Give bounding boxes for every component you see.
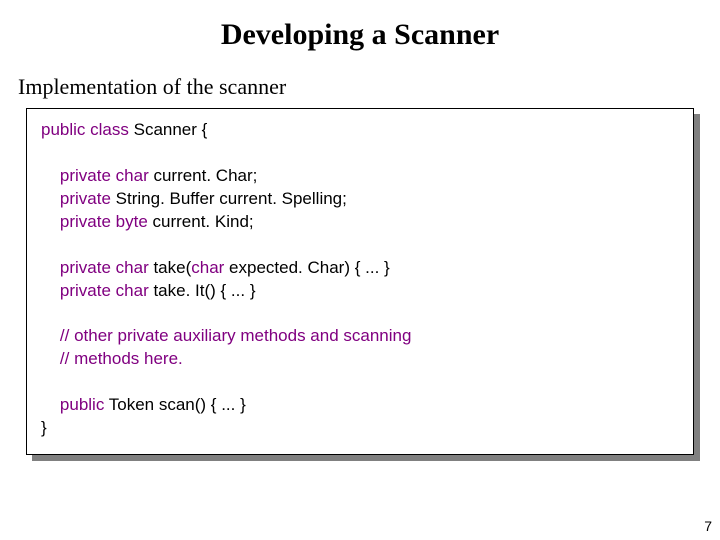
code-box: public class Scanner { private char curr… <box>26 108 694 455</box>
code-kw: private char <box>60 166 154 185</box>
subtitle: Implementation of the scanner <box>18 74 710 100</box>
code-kw: public <box>60 395 109 414</box>
code-comment: // other private auxiliary methods and s… <box>60 326 412 345</box>
code-text: Token scan() { ... } <box>109 395 246 414</box>
code-text: expected. Char) { ... } <box>229 258 390 277</box>
code-text: current. Char; <box>153 166 257 185</box>
code-block: public class Scanner { private char curr… <box>41 119 679 440</box>
code-text: take( <box>153 258 191 277</box>
code-kw: private char <box>60 281 154 300</box>
code-text: take. It() { ... } <box>153 281 255 300</box>
code-text: Scanner { <box>134 120 208 139</box>
code-kw: private <box>60 189 116 208</box>
code-comment: // methods here. <box>60 349 183 368</box>
page-title: Developing a Scanner <box>10 18 710 52</box>
code-kw: private char <box>60 258 154 277</box>
page-number: 7 <box>704 518 712 534</box>
code-kw: public class <box>41 120 134 139</box>
code-text: current. Kind; <box>153 212 254 231</box>
code-text: } <box>41 418 47 437</box>
code-text: String. Buffer current. Spelling; <box>116 189 347 208</box>
code-kw: char <box>191 258 229 277</box>
code-box-inner: public class Scanner { private char curr… <box>26 108 694 455</box>
slide: Developing a Scanner Implementation of t… <box>0 0 720 540</box>
code-kw: private byte <box>60 212 153 231</box>
